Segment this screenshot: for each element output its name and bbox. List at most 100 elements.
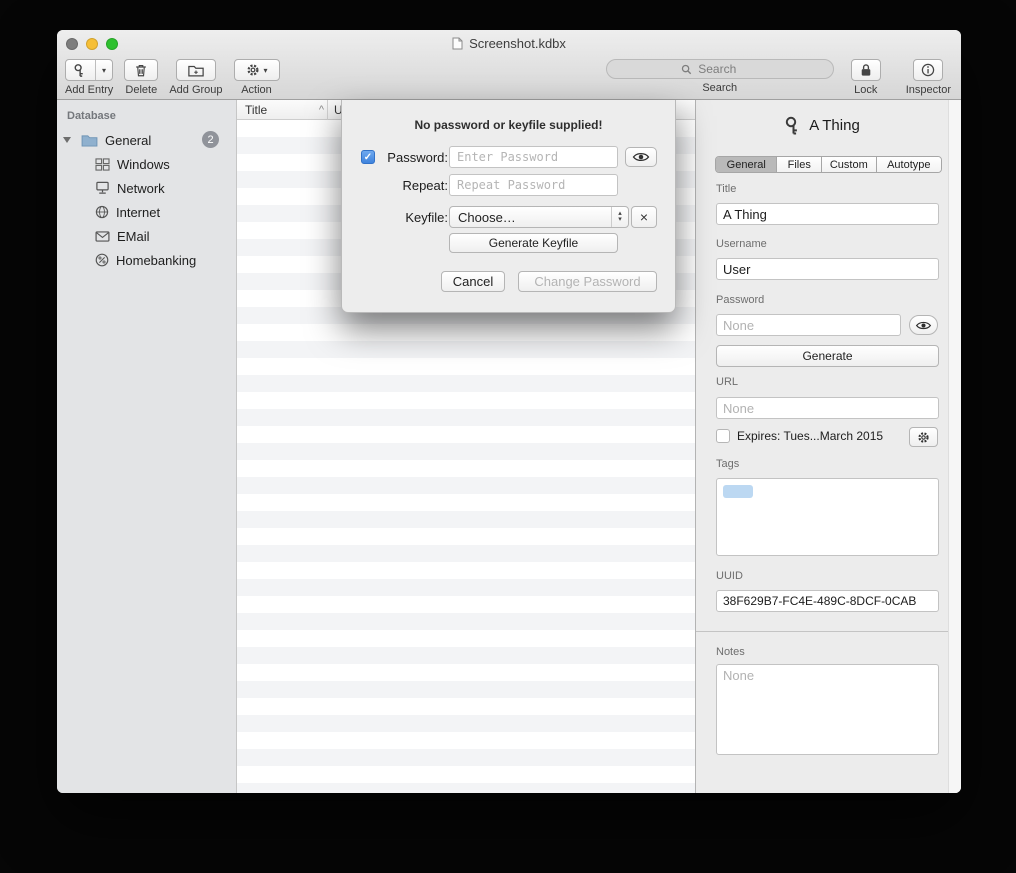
- add-entry-button[interactable]: ▾: [65, 59, 113, 81]
- change-password-button[interactable]: Change Password: [518, 271, 657, 292]
- action-button[interactable]: ▾: [234, 59, 280, 81]
- tags-box[interactable]: [716, 478, 939, 556]
- password-checkbox[interactable]: ✓: [361, 150, 375, 164]
- notes-field-label: Notes: [716, 646, 745, 658]
- info-icon: [921, 63, 935, 77]
- add-group-button[interactable]: [176, 59, 216, 81]
- add-group-label: Add Group: [169, 84, 222, 96]
- inspector-tabs: General Files Custom Autotype: [715, 156, 942, 173]
- eye-icon: [632, 151, 650, 163]
- sidebar: Database General 2 Windows Network: [57, 100, 237, 793]
- title-field[interactable]: [716, 203, 939, 225]
- password-dialog: No password or keyfile supplied! ✓ Passw…: [341, 100, 676, 313]
- network-icon: [95, 181, 110, 195]
- action-toolbar-item: ▾ Action: [234, 59, 280, 96]
- password-field-label: Password: [716, 294, 764, 306]
- inspector-toolbar-item: Inspector: [906, 59, 951, 96]
- cancel-button[interactable]: Cancel: [441, 271, 505, 292]
- inspector-scrollbar[interactable]: [948, 100, 961, 793]
- generate-password-button[interactable]: Generate: [716, 345, 939, 367]
- uuid-field[interactable]: [716, 590, 939, 612]
- clear-icon: ×: [640, 209, 648, 225]
- titlebar[interactable]: Screenshot.kdbx: [57, 30, 961, 57]
- action-label: Action: [241, 84, 272, 96]
- tab-files[interactable]: Files: [777, 157, 822, 172]
- lock-toolbar-item: Lock: [851, 59, 881, 96]
- sidebar-item-label: Internet: [116, 205, 160, 220]
- title-field-label: Title: [716, 183, 736, 195]
- windows-icon: [95, 158, 110, 171]
- url-field[interactable]: [716, 397, 939, 419]
- search-field[interactable]: [606, 59, 834, 79]
- sidebar-section-header: Database: [57, 100, 236, 128]
- stepper-icon: ▴▾: [611, 207, 628, 227]
- disclosure-triangle-icon[interactable]: [63, 137, 71, 143]
- notes-field[interactable]: [716, 664, 939, 755]
- dialog-password-label: Password:: [379, 150, 448, 165]
- expires-checkbox[interactable]: [716, 429, 730, 443]
- trash-icon: [134, 63, 148, 78]
- inspector-panel: A Thing General Files Custom Autotype Ti…: [695, 100, 961, 793]
- window-title-area: Screenshot.kdbx: [57, 30, 961, 57]
- toolbar-right-group: Search Lock: [606, 59, 951, 96]
- expires-label: Expires: Tues...March 2015: [737, 429, 883, 443]
- sidebar-item-label: Network: [117, 181, 165, 196]
- entry-header: A Thing: [696, 116, 948, 135]
- inspector-label: Inspector: [906, 84, 951, 96]
- password-field[interactable]: [716, 314, 901, 336]
- eye-icon: [915, 320, 932, 331]
- expires-row: Expires: Tues...March 2015: [716, 429, 883, 443]
- check-icon: ✓: [364, 152, 372, 163]
- delete-toolbar-item: Delete: [124, 59, 158, 96]
- window-chrome: Screenshot.kdbx ▾ Add Entry: [57, 30, 961, 100]
- sidebar-item-general[interactable]: General 2: [57, 128, 236, 152]
- keyfile-dropdown[interactable]: Choose… ▴▾: [449, 206, 629, 228]
- reveal-password-button[interactable]: [909, 315, 938, 335]
- tab-general[interactable]: General: [716, 157, 777, 172]
- add-entry-dropdown-arrow[interactable]: ▾: [95, 60, 112, 80]
- search-label: Search: [702, 82, 737, 94]
- lock-button[interactable]: [851, 59, 881, 81]
- sidebar-item-email[interactable]: EMail: [57, 224, 236, 248]
- generate-keyfile-button[interactable]: Generate Keyfile: [449, 233, 618, 253]
- toolbar: ▾ Add Entry Delete: [57, 57, 961, 100]
- tab-custom[interactable]: Custom: [822, 157, 877, 172]
- keyfile-clear-button[interactable]: ×: [631, 206, 657, 228]
- url-field-label: URL: [716, 376, 738, 388]
- sidebar-item-homebanking[interactable]: Homebanking: [57, 248, 236, 272]
- desktop-background: Screenshot.kdbx ▾ Add Entry: [0, 0, 1016, 873]
- column-header-title[interactable]: Title ^: [237, 103, 327, 117]
- globe-icon: [95, 205, 109, 219]
- entry-count-badge: 2: [202, 131, 219, 148]
- percent-icon: [95, 253, 109, 267]
- search-input[interactable]: [696, 61, 758, 77]
- delete-button[interactable]: [124, 59, 158, 81]
- sidebar-item-network[interactable]: Network: [57, 176, 236, 200]
- delete-label: Delete: [125, 84, 157, 96]
- expires-settings-button[interactable]: [909, 427, 938, 447]
- sidebar-item-windows[interactable]: Windows: [57, 152, 236, 176]
- lock-icon: [860, 63, 872, 77]
- tag-chip[interactable]: [723, 485, 753, 498]
- dialog-reveal-password-button[interactable]: [625, 147, 657, 167]
- section-divider: [696, 631, 948, 632]
- inspector-button[interactable]: [913, 59, 943, 81]
- username-field[interactable]: [716, 258, 939, 280]
- sidebar-item-internet[interactable]: Internet: [57, 200, 236, 224]
- folder-icon: [81, 134, 98, 147]
- dialog-repeat-input[interactable]: [449, 174, 618, 196]
- keyfile-dropdown-value: Choose…: [458, 210, 516, 225]
- document-icon: [452, 37, 463, 50]
- uuid-field-label: UUID: [716, 570, 743, 582]
- dialog-password-input[interactable]: [449, 146, 618, 168]
- lock-label: Lock: [854, 84, 877, 96]
- sort-ascending-icon: ^: [319, 104, 324, 116]
- key-plus-icon: [66, 60, 95, 80]
- sidebar-item-label: Homebanking: [116, 253, 196, 268]
- entry-title: A Thing: [809, 117, 860, 134]
- gear-icon: [246, 63, 260, 77]
- sidebar-item-label: Windows: [117, 157, 170, 172]
- tags-field-label: Tags: [716, 458, 739, 470]
- username-field-label: Username: [716, 238, 767, 250]
- tab-autotype[interactable]: Autotype: [877, 157, 941, 172]
